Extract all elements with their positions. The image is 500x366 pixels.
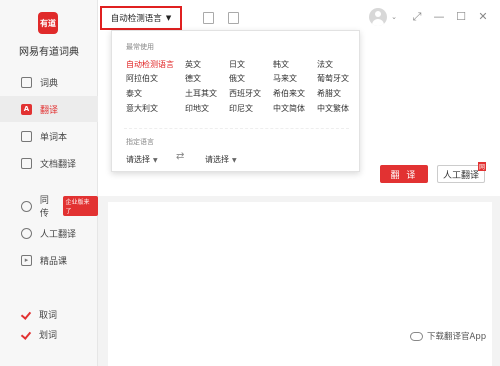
sidebar-item-dictionary[interactable]: 词典 xyxy=(0,69,98,95)
language-dropdown: 最常使用 自动检测语言 英文 日文 韩文 法文阿拉伯文 德文 俄文 马来文 葡萄牙文泰文 土耳其文… xyxy=(111,30,360,172)
select-word-toggle[interactable]: 划词 xyxy=(21,328,57,341)
download-label: 下载翻译官App xyxy=(427,332,487,342)
sidebar-item-label: 同传 xyxy=(39,196,49,219)
sidebar-item-document-translate[interactable]: 文档翻译 xyxy=(0,150,98,176)
language-select[interactable]: 自动检测语言 ▼ xyxy=(100,6,182,30)
language-option[interactable]: 泰文 xyxy=(126,88,142,99)
notebook-icon xyxy=(21,130,32,142)
sidebar-item-label: 文档翻译 xyxy=(40,159,77,170)
language-option[interactable]: 阿拉伯文 xyxy=(126,73,158,84)
sidebar-item-interpretation[interactable]: 同传 企业版来了 xyxy=(0,193,98,219)
select-placeholder: 请选择 xyxy=(126,155,150,164)
cloud-download-icon xyxy=(410,331,423,341)
language-option[interactable]: 马来文 xyxy=(273,73,297,84)
maximize-icon[interactable]: ☐ xyxy=(454,10,468,24)
play-icon: ▸ xyxy=(21,254,32,266)
checkmark-icon xyxy=(21,310,31,320)
checkbox-label: 划词 xyxy=(39,331,58,341)
language-option[interactable]: 印地文 xyxy=(185,103,209,114)
app-name: 网易有道词典 xyxy=(19,47,79,58)
language-option[interactable]: 西班牙文 xyxy=(229,88,261,99)
sidebar-item-label: 词典 xyxy=(40,78,59,89)
swap-icon[interactable]: ⇄ xyxy=(176,151,184,162)
common-languages-title: 最常使用 xyxy=(126,43,154,51)
download-app-link[interactable]: 下载翻译官App xyxy=(410,330,486,342)
language-option[interactable]: 希伯来文 xyxy=(273,88,305,99)
source-language-select[interactable]: 请选择 ▼ xyxy=(126,154,158,165)
language-option[interactable]: 印尼文 xyxy=(229,103,253,114)
sidebar-item-label: 人工翻译 xyxy=(40,229,77,240)
sidebar-item-wordbook[interactable]: 单词本 xyxy=(0,123,98,149)
language-option[interactable]: 中文繁体 xyxy=(317,103,349,114)
divider xyxy=(124,128,349,129)
language-option[interactable]: 英文 xyxy=(185,59,201,70)
language-option[interactable]: 葡萄牙文 xyxy=(317,73,349,84)
corner-badge: 网 xyxy=(477,162,486,171)
sidebar-item-label: 单词本 xyxy=(40,132,68,143)
checkmark-icon xyxy=(21,330,31,340)
sidebar-item-translate[interactable]: A 翻译 xyxy=(0,96,98,122)
human-translate-button[interactable]: 人工翻译 网 xyxy=(437,162,486,183)
person-icon xyxy=(21,227,32,239)
capture-word-toggle[interactable]: 取词 xyxy=(21,308,57,321)
language-option[interactable]: 韩文 xyxy=(273,59,289,70)
checkbox-label: 取词 xyxy=(39,311,58,321)
broadcast-icon xyxy=(21,200,32,212)
language-option[interactable]: 俄文 xyxy=(229,73,245,84)
language-option[interactable]: 自动检测语言 xyxy=(126,59,174,70)
app-logo: 有道 xyxy=(38,12,58,34)
sidebar-item-label: 精品课 xyxy=(40,256,68,267)
sidebar: 有道 网易有道词典 词典 A 翻译 单词本 文档翻译 同传 企业版来了 人工翻译… xyxy=(0,0,98,366)
caret-down-icon: ▼ xyxy=(232,157,237,164)
language-option[interactable]: 法文 xyxy=(317,59,333,70)
translate-button[interactable]: 翻 译 xyxy=(380,165,428,183)
close-icon[interactable]: ✕ xyxy=(476,10,490,24)
sidebar-item-label: 翻译 xyxy=(40,105,59,116)
human-translate-label: 人工翻译 xyxy=(442,170,479,181)
language-select-value: 自动检测语言 xyxy=(110,14,162,24)
document-icon[interactable] xyxy=(203,12,214,24)
language-option[interactable]: 土耳其文 xyxy=(185,88,217,99)
language-option[interactable]: 希腊文 xyxy=(317,88,341,99)
caret-down-icon: ▼ xyxy=(165,14,172,22)
target-language-select[interactable]: 请选择 ▼ xyxy=(205,154,237,165)
mini-mode-icon[interactable]: ⤢ xyxy=(410,10,424,24)
enterprise-badge: 企业版来了 xyxy=(62,196,98,216)
specify-language-title: 指定语言 xyxy=(126,138,154,146)
sidebar-item-courses[interactable]: ▸ 精品课 xyxy=(0,247,98,273)
avatar[interactable] xyxy=(369,8,387,26)
caret-down-icon: ▼ xyxy=(153,157,158,164)
minimize-icon[interactable]: — xyxy=(432,10,446,24)
select-placeholder: 请选择 xyxy=(205,155,229,164)
translate-icon: A xyxy=(21,103,32,115)
chevron-down-icon[interactable]: ⌄ xyxy=(387,10,401,24)
book-icon xyxy=(21,76,32,88)
screenshot-translate-icon[interactable] xyxy=(228,12,239,24)
document-icon xyxy=(21,157,32,169)
language-option[interactable]: 意大利文 xyxy=(126,103,158,114)
language-option[interactable]: 德文 xyxy=(185,73,201,84)
language-option[interactable]: 中文简体 xyxy=(273,103,305,114)
sidebar-item-human-translate[interactable]: 人工翻译 xyxy=(0,220,98,246)
language-option[interactable]: 日文 xyxy=(229,59,245,70)
